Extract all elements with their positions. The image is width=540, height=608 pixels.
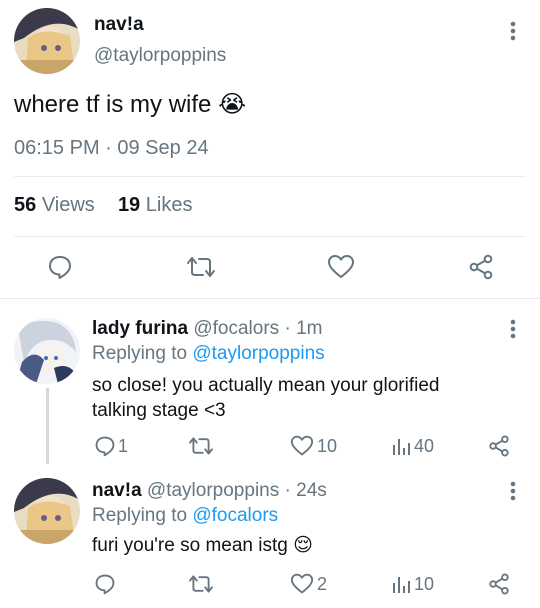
reply-text: furi you're so mean istg 😌 bbox=[92, 534, 313, 557]
vertical-ellipsis-icon[interactable] bbox=[506, 480, 520, 502]
relieved-emoji: 😌 bbox=[293, 535, 313, 556]
reply-header: lady furina @focalors · 1m bbox=[92, 318, 322, 340]
tweet-text-body: where tf is my wife bbox=[14, 91, 212, 118]
replying-to-link[interactable]: @focalors bbox=[192, 505, 278, 526]
avatar[interactable] bbox=[14, 8, 80, 74]
bar-chart-icon[interactable] bbox=[391, 574, 411, 594]
divider bbox=[0, 298, 540, 299]
reply-text-body: furi you're so mean istg bbox=[92, 535, 288, 556]
display-name[interactable]: lady furina bbox=[92, 318, 188, 339]
avatar[interactable] bbox=[14, 318, 80, 384]
views-label: Views bbox=[41, 194, 95, 216]
retweet-icon[interactable] bbox=[188, 435, 214, 457]
replying-to-link[interactable]: @taylorpoppins bbox=[192, 343, 324, 364]
thread-line bbox=[46, 388, 49, 464]
replying-to-label: Replying to bbox=[92, 505, 188, 526]
view-count: 10 bbox=[414, 574, 435, 594]
reply-header: nav!a @taylorpoppins · 24s bbox=[92, 480, 327, 502]
crying-emoji: 😭 bbox=[218, 91, 247, 118]
retweet-icon[interactable] bbox=[188, 573, 214, 595]
relative-time: · 1m bbox=[284, 318, 323, 339]
speech-bubble-icon[interactable] bbox=[94, 435, 116, 457]
display-name[interactable]: nav!a bbox=[92, 480, 142, 501]
replying-to-label: Replying to bbox=[92, 343, 188, 364]
share-icon[interactable] bbox=[468, 254, 494, 280]
share-icon[interactable] bbox=[488, 573, 510, 595]
heart-icon[interactable] bbox=[290, 573, 314, 595]
share-icon[interactable] bbox=[488, 435, 510, 457]
likes-count[interactable]: 19 bbox=[118, 194, 140, 216]
view-count: 40 bbox=[414, 436, 435, 456]
display-name[interactable]: nav!a bbox=[94, 14, 144, 36]
views-count: 56 bbox=[14, 194, 37, 216]
speech-bubble-icon[interactable] bbox=[47, 254, 73, 280]
replying-to: Replying to @focalors bbox=[92, 505, 278, 527]
replying-to: Replying to @taylorpoppins bbox=[92, 343, 325, 365]
handle[interactable]: @focalors bbox=[193, 318, 279, 339]
vertical-ellipsis-icon[interactable] bbox=[506, 20, 520, 42]
bar-chart-icon[interactable] bbox=[391, 436, 411, 456]
heart-icon[interactable] bbox=[290, 435, 314, 457]
handle[interactable]: @taylorpoppins bbox=[147, 480, 279, 501]
like-count: 2 bbox=[317, 574, 328, 594]
divider bbox=[14, 236, 526, 237]
likes-label[interactable]: Likes bbox=[146, 194, 193, 216]
relative-time: · 24s bbox=[284, 480, 327, 501]
speech-bubble-icon[interactable] bbox=[94, 573, 116, 595]
tweet-text: where tf is my wife 😭 bbox=[14, 90, 246, 119]
heart-icon[interactable] bbox=[327, 254, 355, 280]
reply-text: so close! you actually mean your glorifi… bbox=[92, 375, 440, 421]
handle[interactable]: @taylorpoppins bbox=[94, 45, 226, 67]
reply-count: 1 bbox=[118, 436, 129, 456]
like-count: 10 bbox=[317, 436, 338, 456]
avatar[interactable] bbox=[14, 478, 80, 544]
retweet-icon[interactable] bbox=[186, 254, 216, 280]
vertical-ellipsis-icon[interactable] bbox=[506, 318, 520, 340]
stats-row: 56 Views 19 Likes bbox=[14, 194, 192, 217]
timestamp: 06:15 PM · 09 Sep 24 bbox=[14, 137, 209, 159]
divider bbox=[14, 176, 526, 177]
